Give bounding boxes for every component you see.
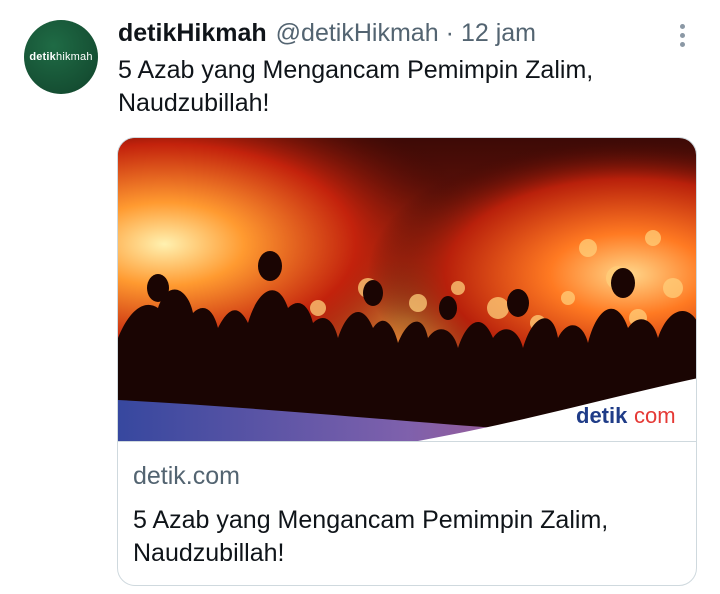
tweet[interactable]: detikhikmah detikHikmah @detikHikmah · 1…	[0, 0, 720, 594]
more-vertical-icon[interactable]	[670, 20, 694, 50]
avatar[interactable]: detikhikmah	[24, 20, 98, 94]
tweet-timestamp[interactable]: 12 jam	[461, 19, 536, 48]
tweet-header: detikHikmah @detikHikmah · 12 jam	[118, 16, 536, 50]
author-name[interactable]: detikHikmah	[118, 19, 267, 48]
author-handle[interactable]: @detikHikmah	[276, 19, 439, 48]
avatar-logo: detikhikmah	[29, 51, 93, 63]
link-card[interactable]: detik com detik.com 5 Azab yang Menganca…	[117, 137, 697, 586]
watermark-logo-suffix: com	[634, 403, 676, 428]
tweet-text: 5 Azab yang Mengancam Pemimpin Zalim, Na…	[118, 56, 594, 117]
separator: ·	[445, 18, 454, 47]
card-title: 5 Azab yang Mengancam Pemimpin Zalim, Na…	[133, 506, 609, 567]
card-info[interactable]: detik.com 5 Azab yang Mengancam Pemimpin…	[118, 441, 696, 585]
card-domain: detik.com	[133, 462, 240, 490]
watermark-logo: detik	[576, 403, 628, 428]
card-image[interactable]: detik com	[118, 138, 697, 441]
